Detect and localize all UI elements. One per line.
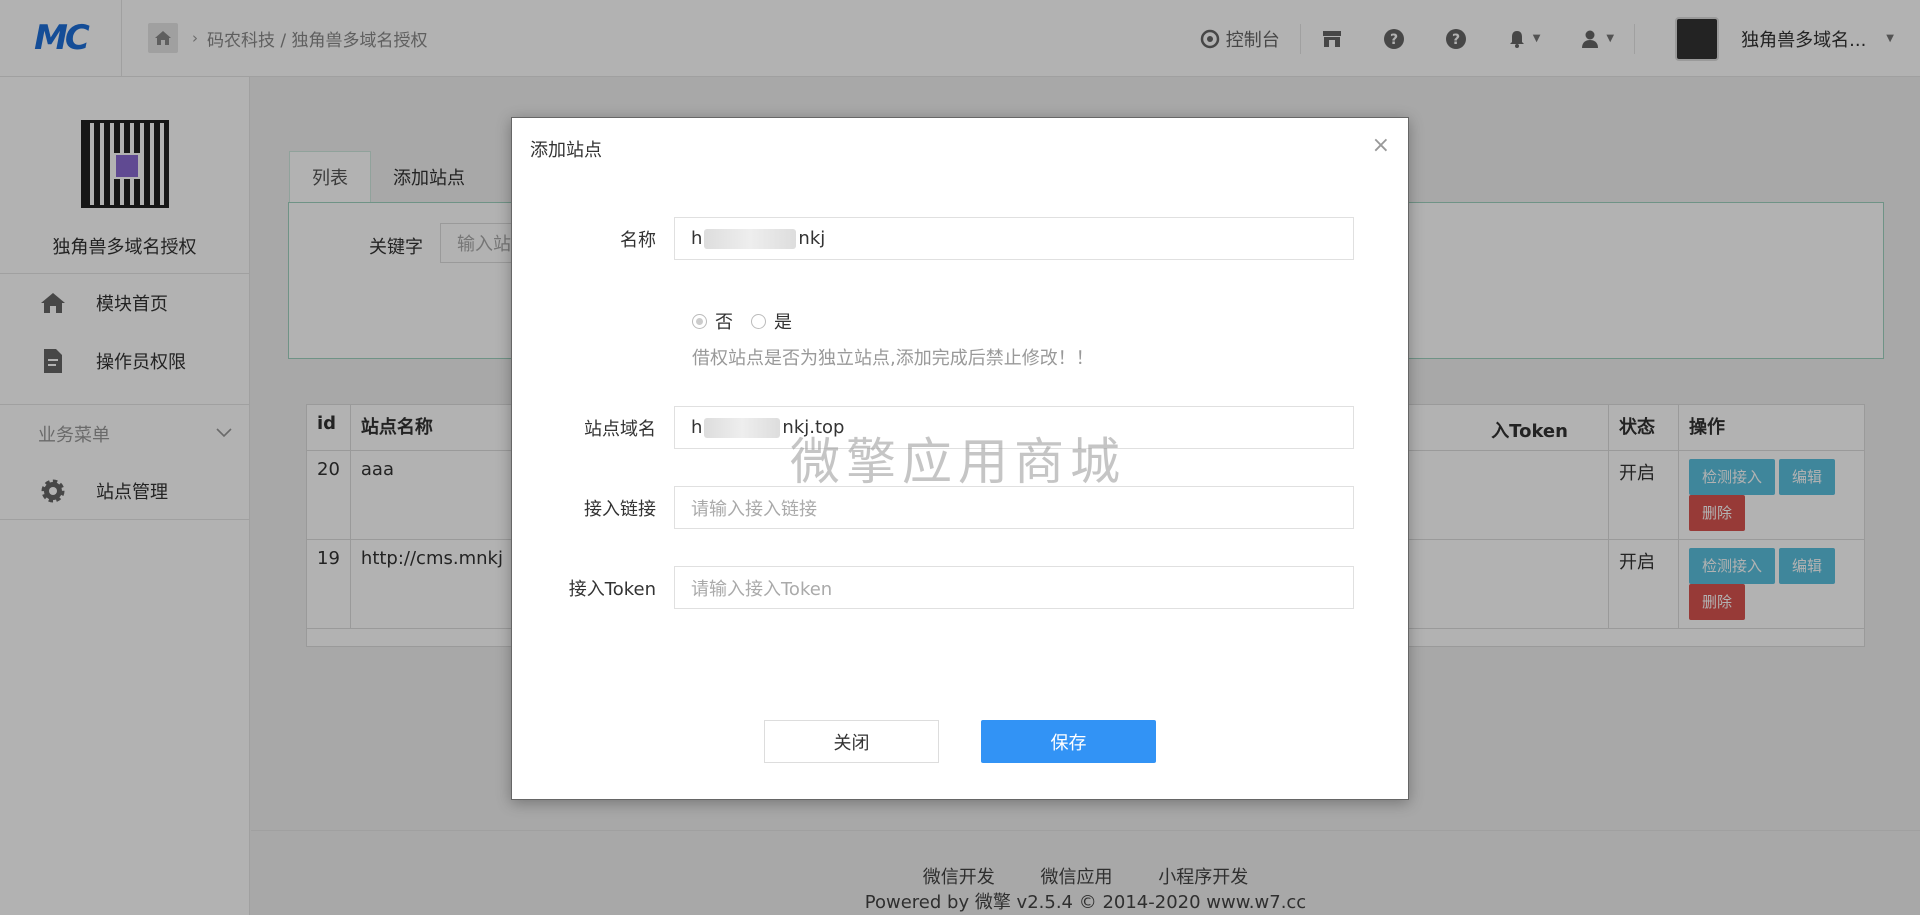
- form-row-token: 接入Token 请输入接入Token: [512, 566, 1354, 609]
- independent-radio-group: 否 是: [692, 308, 810, 334]
- name-input[interactable]: h nkj: [674, 217, 1354, 260]
- name-value-end: nkj: [798, 228, 826, 249]
- radio-button[interactable]: [751, 313, 766, 329]
- link-label: 接入链接: [584, 498, 656, 520]
- radio-label: 否: [715, 312, 733, 333]
- form-row-name: 名称 h nkj: [512, 217, 1354, 260]
- name-value-start: h: [691, 228, 703, 249]
- access-token-input[interactable]: 请输入接入Token: [674, 566, 1354, 609]
- domain-value-start: h: [691, 417, 703, 438]
- modal-title: 添加站点: [530, 140, 602, 161]
- radio-button[interactable]: [692, 313, 707, 329]
- radio-label: 是: [774, 312, 792, 333]
- domain-label: 站点域名: [584, 418, 656, 440]
- radio-option-no[interactable]: 否: [692, 308, 733, 334]
- hint-text: 借权站点是否为独立站点,添加完成后禁止修改！！: [692, 348, 1094, 369]
- close-icon[interactable]: ×: [1372, 133, 1390, 158]
- watermark: 微擎应用商城: [790, 433, 1126, 491]
- token-label: 接入Token: [568, 578, 656, 600]
- save-button[interactable]: 保存: [981, 720, 1156, 763]
- link-placeholder: 请输入接入链接: [691, 498, 817, 520]
- radio-option-yes[interactable]: 是: [751, 308, 792, 334]
- redacted-text: [704, 417, 781, 438]
- redacted-text: [704, 228, 797, 249]
- name-label: 名称: [620, 229, 656, 251]
- close-button[interactable]: 关闭: [764, 720, 939, 763]
- token-placeholder: 请输入接入Token: [691, 578, 833, 600]
